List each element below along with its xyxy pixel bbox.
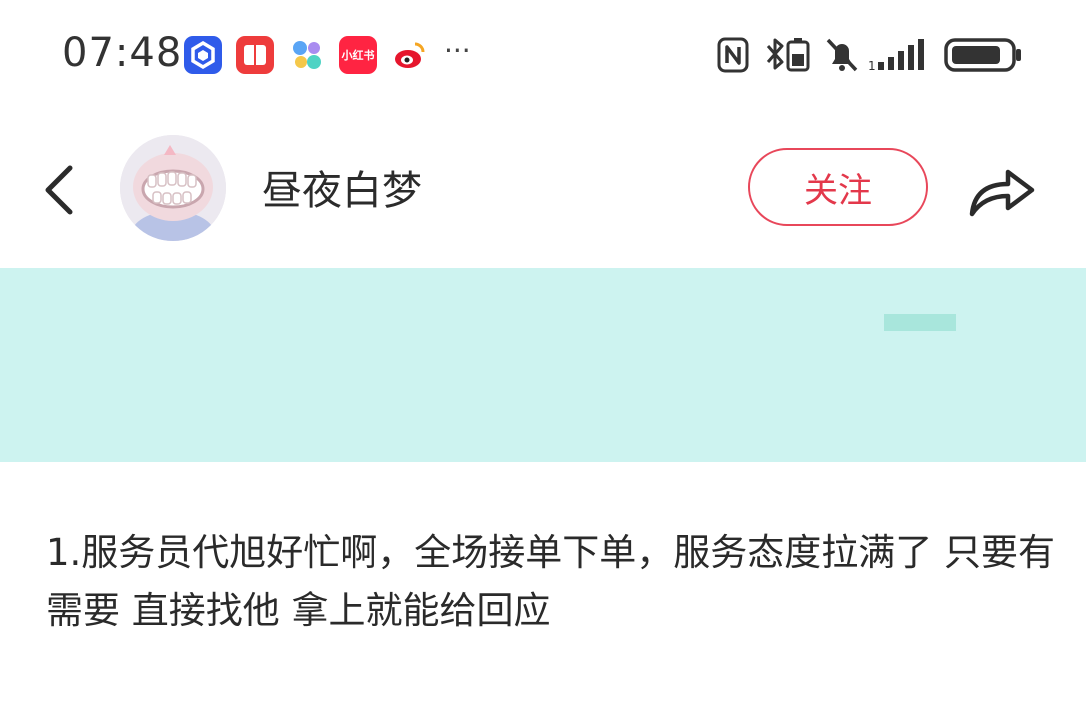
blue-hexagon-app-icon [184,36,222,74]
xiaohongshu-icon-label: 小红书 [341,49,375,62]
post-body-text: 1.服务员代旭好忙啊，全场接单下单，服务态度拉满了 只要有需要 直接找他 拿上就… [46,531,1056,632]
more-notifications-indicator: ··· [444,34,471,67]
status-time: 07:48 [62,30,183,76]
back-arrow-icon[interactable] [40,164,80,216]
post-image-banner[interactable] [0,268,1086,462]
svg-text:1: 1 [868,59,876,73]
share-icon[interactable] [966,158,1038,220]
post-header: 昼夜白梦 关注 [0,130,1086,250]
xiaohongshu-app-icon: 小红书 [339,36,377,74]
red-book-app-icon [236,36,274,74]
signal-bars-icon: 1 [866,36,934,78]
banner-accent-bar [884,314,956,331]
colorful-dots-app-icon [288,36,326,74]
follow-button[interactable]: 关注 [748,148,928,226]
mute-bell-icon [824,36,860,78]
status-bar: 07:48 小红书 ··· 1 [0,0,1086,110]
bluetooth-battery-icon [762,36,812,78]
weibo-app-icon [391,36,429,74]
user-avatar[interactable] [120,135,226,241]
battery-icon [944,36,1024,78]
username[interactable]: 昼夜白梦 [262,158,422,216]
nfc-icon [716,36,750,78]
